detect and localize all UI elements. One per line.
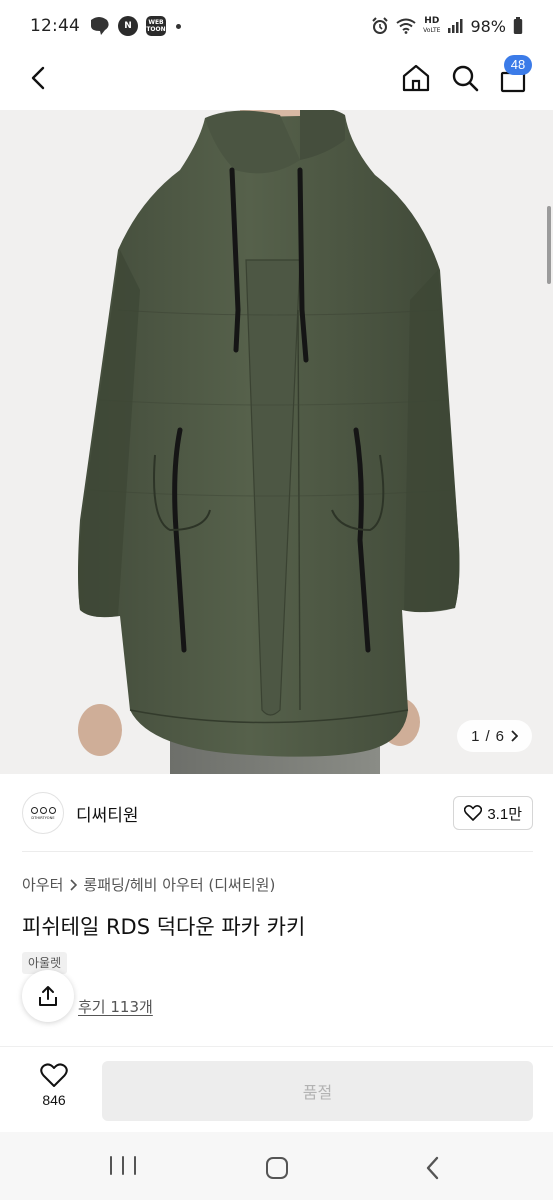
image-separator: / bbox=[485, 727, 490, 745]
heart-outline-icon bbox=[464, 805, 483, 821]
alarm-icon bbox=[372, 17, 388, 34]
app-header: 48 bbox=[0, 52, 553, 104]
more-notifications-dot bbox=[176, 23, 181, 29]
home-button[interactable] bbox=[399, 61, 433, 95]
chevron-right-icon bbox=[511, 730, 518, 742]
wish-count: 846 bbox=[42, 1092, 66, 1108]
chevron-right-icon bbox=[70, 878, 78, 891]
hd-text: HD bbox=[424, 16, 440, 26]
share-icon bbox=[39, 986, 57, 1006]
hd-voice-label: HD VoLTE bbox=[423, 17, 440, 35]
breadcrumb-category[interactable]: 아우터 bbox=[22, 874, 63, 895]
status-right: HD VoLTE 98% bbox=[371, 17, 523, 36]
divider bbox=[22, 851, 533, 852]
volte-text: VoLTE bbox=[423, 27, 441, 34]
signal-icon bbox=[448, 19, 463, 33]
brand-like-button[interactable]: 3.1만 bbox=[453, 796, 533, 830]
cart-count-badge: 48 bbox=[504, 55, 532, 75]
product-image-gallery[interactable]: 1 / 6 bbox=[0, 110, 553, 774]
wifi-icon bbox=[396, 18, 416, 34]
battery-percent: 98% bbox=[470, 16, 506, 36]
status-bar: 12:44 N WEB TOON HD VoLTE 98% bbox=[0, 0, 553, 52]
breadcrumb: 아우터 롱패딩/헤비 아우터 (디써티원) bbox=[22, 874, 275, 895]
chat-bubble-icon bbox=[91, 17, 109, 35]
breadcrumb-subcategory[interactable]: 롱패딩/헤비 아우터 (디써티원) bbox=[83, 874, 275, 895]
status-time: 12:44 bbox=[30, 16, 80, 36]
chevron-left-icon bbox=[31, 66, 45, 90]
battery-icon bbox=[513, 17, 523, 34]
search-button[interactable] bbox=[448, 61, 482, 95]
brand-like-count: 3.1만 bbox=[487, 805, 522, 823]
status-left: 12:44 N WEB TOON bbox=[30, 16, 181, 36]
review-link[interactable]: 후기 113개 bbox=[78, 996, 153, 1017]
purchase-bar: 846 품절 bbox=[0, 1046, 553, 1132]
image-current: 1 bbox=[471, 727, 480, 745]
brand-name[interactable]: 디써티원 bbox=[76, 801, 139, 826]
soldout-button[interactable]: 품절 bbox=[102, 1061, 533, 1121]
cart-button[interactable]: 48 bbox=[496, 55, 532, 95]
webtoon-app-icon: WEB TOON bbox=[146, 16, 166, 36]
recent-apps-button[interactable] bbox=[110, 1156, 136, 1180]
brand-logo-mark bbox=[30, 806, 56, 814]
search-icon bbox=[452, 65, 479, 92]
naver-app-icon: N bbox=[118, 16, 138, 36]
brand-logo[interactable]: DTHIRTYONE bbox=[22, 792, 64, 834]
image-total: 6 bbox=[495, 727, 504, 745]
brand-logo-text: DTHIRTYONE bbox=[31, 815, 55, 820]
back-button[interactable] bbox=[22, 62, 54, 94]
system-home-button[interactable] bbox=[266, 1157, 288, 1179]
heart-outline-icon bbox=[40, 1063, 68, 1087]
product-title: 피쉬테일 RDS 덕다운 파카 카키 bbox=[22, 915, 306, 939]
product-image bbox=[0, 110, 553, 774]
soldout-label: 품절 bbox=[302, 1083, 333, 1102]
share-button[interactable] bbox=[22, 970, 74, 1022]
brand-row: DTHIRTYONE 디써티원 3.1만 bbox=[22, 788, 533, 838]
wish-button[interactable]: 846 bbox=[26, 1063, 82, 1119]
home-icon bbox=[402, 64, 430, 92]
system-back-icon[interactable] bbox=[420, 1155, 446, 1181]
scroll-indicator[interactable] bbox=[547, 206, 551, 284]
image-counter-button[interactable]: 1 / 6 bbox=[457, 720, 532, 752]
system-navigation-bar bbox=[0, 1132, 553, 1200]
